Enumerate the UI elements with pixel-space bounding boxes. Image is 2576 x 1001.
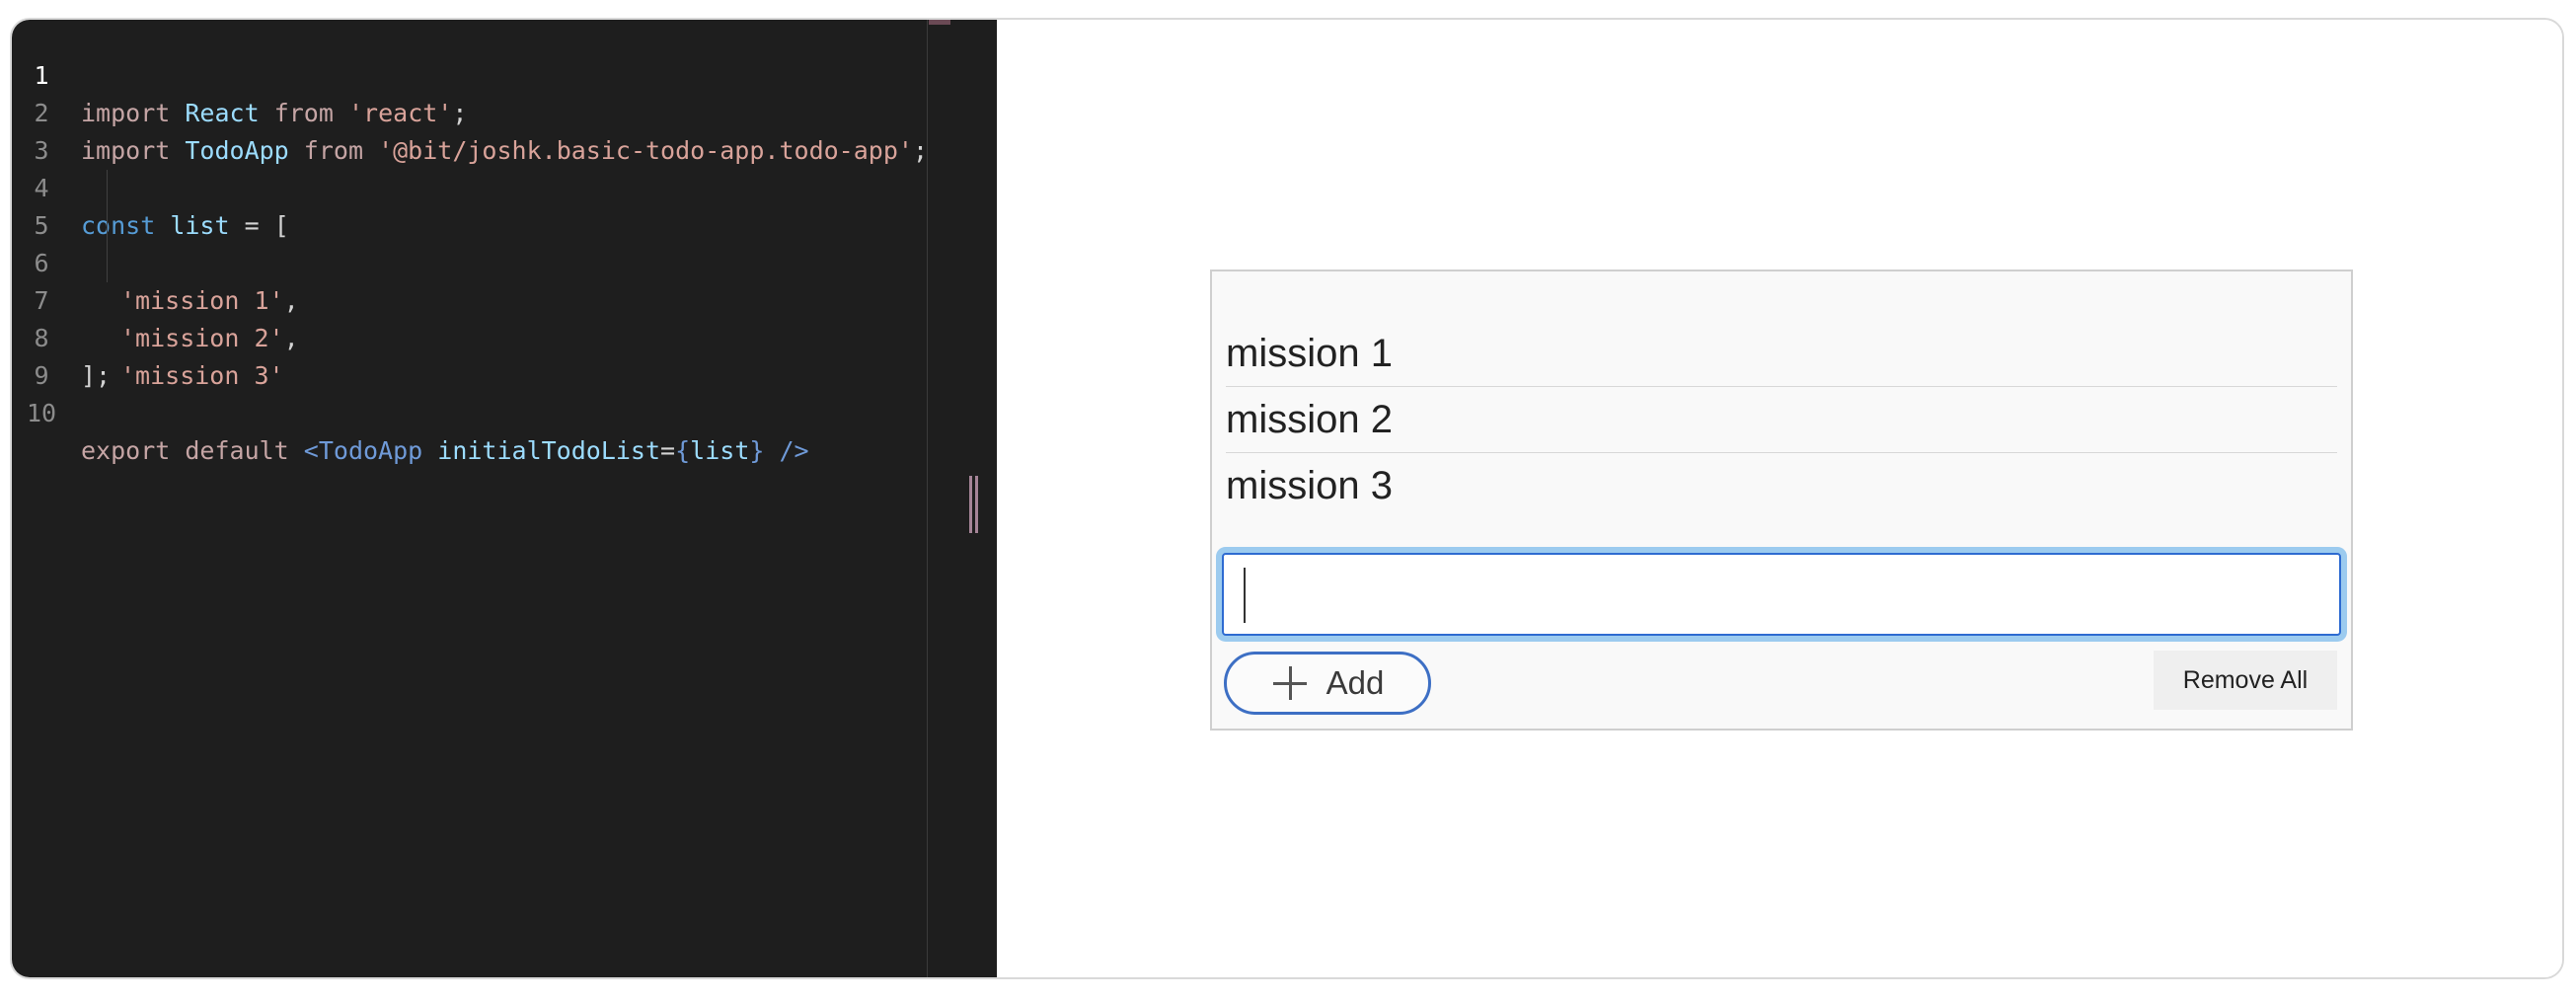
jsx-bracket: < [303,436,319,465]
punctuation: = [ [229,211,289,240]
string-literal: 'mission 1' [120,286,284,315]
keyword: from [273,99,334,127]
code-editor[interactable]: 1 import React from 'react'; 2 import To… [12,20,997,977]
code-line-2[interactable]: 2 import TodoApp from '@bit/joshk.basic-… [12,57,928,165]
pane-resize-handle[interactable] [969,476,979,533]
scrollbar-tab[interactable] [929,20,950,25]
preview-pane: mission 1 mission 2 mission 3 Add Remove… [997,20,2562,977]
code-line-1[interactable]: 1 import React from 'react'; [12,20,467,127]
text-caret [1244,568,1246,623]
indent-guide [107,245,108,282]
keyword: export default [81,436,289,465]
keyword: from [303,136,364,165]
code-line-5[interactable]: 5 'mission 1', [12,170,299,315]
line-number: 10 [26,399,57,427]
jsx-bracket: /> [764,436,809,465]
jsx-brace: { [675,436,691,465]
punctuation: = [660,436,676,465]
identifier: list [170,211,230,240]
string-literal: 'react' [347,99,453,127]
new-todo-input[interactable] [1222,553,2341,636]
identifier: React [185,99,260,127]
code-lines: 1 import React from 'react'; 2 import To… [12,20,928,465]
string-literal: '@bit/joshk.basic-todo-app.todo-app' [378,136,913,165]
resize-grip-icon [969,476,972,533]
jsx-tag: TodoApp [318,436,423,465]
todo-item[interactable]: mission 2 [1226,387,2337,453]
punctuation: ; [452,99,468,127]
todo-list: mission 1 mission 2 mission 3 [1226,321,2337,518]
code-line-10[interactable]: 10 export default <TodoApp initialTodoLi… [12,357,809,465]
jsx-brace: } [749,436,765,465]
code-line-9[interactable]: 9 [12,320,130,390]
jsx-attribute: initialTodoList [437,436,661,465]
punctuation: ; [912,136,928,165]
todo-item[interactable]: mission 3 [1226,453,2337,518]
string-literal: 'mission 2' [120,324,284,352]
indent-guide [107,170,108,207]
todo-app-card: mission 1 mission 2 mission 3 Add Remove… [1210,270,2353,731]
punctuation: , [283,324,299,352]
code-line-6[interactable]: 6 'mission 2', [12,207,299,352]
punctuation: , [283,286,299,315]
add-button[interactable]: Add [1224,652,1431,715]
string-literal: 'mission 3' [120,361,284,390]
code-line-3[interactable]: 3 [12,95,130,165]
todo-item[interactable]: mission 1 [1226,321,2337,387]
identifier: TodoApp [185,136,289,165]
code-line-4[interactable]: 4 const list = [ [12,132,288,240]
code-line-7[interactable]: 7 'mission 3' [12,245,284,390]
add-button-label: Add [1326,664,1385,701]
remove-all-button[interactable]: Remove All [2154,651,2337,710]
code-line-8[interactable]: 8 ]; [12,282,130,390]
identifier: list [690,436,750,465]
plus-icon [1271,664,1309,702]
resize-grip-icon [975,476,978,533]
indent-guide [107,207,108,245]
app-frame: 1 import React from 'react'; 2 import To… [10,18,2564,979]
